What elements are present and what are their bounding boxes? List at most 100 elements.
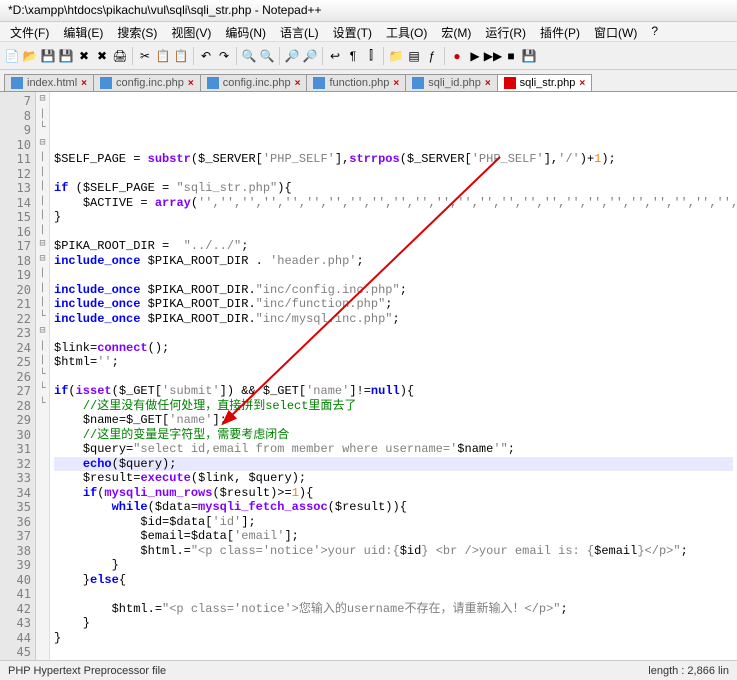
- code-line[interactable]: }else{: [54, 573, 733, 588]
- tab-close-icon[interactable]: ×: [81, 78, 87, 89]
- document-tab[interactable]: config.inc.php×: [200, 74, 308, 91]
- menu-item[interactable]: 运行(R): [479, 24, 532, 39]
- menu-item[interactable]: 宏(M): [435, 24, 477, 39]
- folder-icon[interactable]: 📁: [388, 48, 404, 64]
- code-line[interactable]: include_once $PIKA_ROOT_DIR."inc/mysql.i…: [54, 312, 733, 327]
- code-line[interactable]: include_once $PIKA_ROOT_DIR."inc/functio…: [54, 297, 733, 312]
- document-tab[interactable]: index.html×: [4, 74, 94, 91]
- document-tab[interactable]: config.inc.php×: [93, 74, 201, 91]
- play-multi-icon[interactable]: ▶▶: [485, 48, 501, 64]
- menu-item[interactable]: 编码(N): [219, 24, 272, 39]
- code-line[interactable]: [54, 268, 733, 283]
- code-line[interactable]: $ACTIVE = array('','','','','','','','',…: [54, 196, 733, 211]
- redo-icon[interactable]: ↷: [216, 48, 232, 64]
- tab-close-icon[interactable]: ×: [393, 78, 399, 89]
- code-line[interactable]: $result=execute($link, $query);: [54, 471, 733, 486]
- close-all-icon[interactable]: ✖: [94, 48, 110, 64]
- menu-item[interactable]: 窗口(W): [588, 24, 643, 39]
- close-icon[interactable]: ✖: [76, 48, 92, 64]
- menu-item[interactable]: 语言(L): [274, 24, 325, 39]
- code-line[interactable]: $email=$data['email'];: [54, 529, 733, 544]
- status-file-type: PHP Hypertext Preprocessor file: [8, 665, 166, 677]
- code-line[interactable]: include_once $PIKA_ROOT_DIR."inc/config.…: [54, 283, 733, 298]
- code-line[interactable]: //这里没有做任何处理，直接拼到select里面去了: [54, 399, 733, 414]
- code-line[interactable]: if(mysqli_num_rows($result)>=1){: [54, 486, 733, 501]
- code-line[interactable]: $PIKA_ROOT_DIR = "../../";: [54, 239, 733, 254]
- menu-item[interactable]: 文件(F): [4, 24, 55, 39]
- open-file-icon[interactable]: 📂: [22, 48, 38, 64]
- code-line[interactable]: include_once $PIKA_ROOT_DIR . 'header.ph…: [54, 254, 733, 269]
- menu-item[interactable]: 插件(P): [534, 24, 586, 39]
- menu-item[interactable]: 编辑(E): [57, 24, 109, 39]
- stop-icon[interactable]: ■: [503, 48, 519, 64]
- indent-guide-icon[interactable]: ⫿: [363, 48, 379, 64]
- fold-margin[interactable]: ⊟|└ ⊟||||||⊟⊟|||└⊟||└└ └: [36, 92, 50, 680]
- menu-item[interactable]: ?: [645, 24, 664, 39]
- cut-icon[interactable]: ✂: [137, 48, 153, 64]
- tab-close-icon[interactable]: ×: [295, 78, 301, 89]
- code-line[interactable]: }: [54, 631, 733, 646]
- show-chars-icon[interactable]: ¶: [345, 48, 361, 64]
- toolbar-separator: [383, 47, 384, 65]
- menu-item[interactable]: 工具(O): [380, 24, 433, 39]
- file-icon: [11, 77, 23, 89]
- save-all-icon[interactable]: 💾: [58, 48, 74, 64]
- zoom-out-icon[interactable]: 🔎: [302, 48, 318, 64]
- code-line[interactable]: //这里的变量是字符型，需要考虑闭合: [54, 428, 733, 443]
- code-line[interactable]: $html.="<p class='notice'>您输入的username不存…: [54, 602, 733, 617]
- code-line[interactable]: }: [54, 616, 733, 631]
- tab-close-icon[interactable]: ×: [579, 78, 585, 89]
- code-content[interactable]: $SELF_PAGE = substr($_SERVER['PHP_SELF']…: [50, 92, 737, 680]
- menu-item[interactable]: 设置(T): [327, 24, 378, 39]
- document-tab[interactable]: sqli_str.php×: [497, 74, 593, 91]
- code-line[interactable]: [54, 138, 733, 153]
- document-tab[interactable]: function.php ×: [306, 74, 406, 91]
- code-line[interactable]: }: [54, 558, 733, 573]
- code-line[interactable]: [54, 370, 733, 385]
- tab-label: function.php: [329, 77, 389, 89]
- play-icon[interactable]: ▶: [467, 48, 483, 64]
- wordwrap-icon[interactable]: ↩: [327, 48, 343, 64]
- code-line[interactable]: $html.="<p class='notice'>your uid:{$id}…: [54, 544, 733, 559]
- code-line[interactable]: [54, 326, 733, 341]
- toolbar-separator: [132, 47, 133, 65]
- find-icon[interactable]: 🔍: [241, 48, 257, 64]
- function-list-icon[interactable]: ƒ: [424, 48, 440, 64]
- code-line[interactable]: [54, 225, 733, 240]
- editor-area: 7891011121314151617181920212223242526272…: [0, 92, 737, 680]
- paste-icon[interactable]: 📋: [173, 48, 189, 64]
- undo-icon[interactable]: ↶: [198, 48, 214, 64]
- window-titlebar: *D:\xampp\htdocs\pikachu\vul\sqli\sqli_s…: [0, 0, 737, 22]
- code-line[interactable]: while($data=mysqli_fetch_assoc($result))…: [54, 500, 733, 515]
- replace-icon[interactable]: 🔍: [259, 48, 275, 64]
- document-tab[interactable]: sqli_id.php×: [405, 74, 497, 91]
- code-line[interactable]: [54, 645, 733, 660]
- file-icon: [207, 77, 219, 89]
- code-line[interactable]: $name=$_GET['name'];: [54, 413, 733, 428]
- record-icon[interactable]: ●: [449, 48, 465, 64]
- menu-item[interactable]: 搜索(S): [111, 24, 163, 39]
- copy-icon[interactable]: 📋: [155, 48, 171, 64]
- file-icon: [412, 77, 424, 89]
- print-icon[interactable]: 🖨: [112, 48, 128, 64]
- tab-close-icon[interactable]: ×: [485, 78, 491, 89]
- save-macro-icon[interactable]: 💾: [521, 48, 537, 64]
- code-line[interactable]: $html='';: [54, 355, 733, 370]
- code-line[interactable]: $link=connect();: [54, 341, 733, 356]
- toolbar-separator: [236, 47, 237, 65]
- code-line[interactable]: }: [54, 210, 733, 225]
- menu-item[interactable]: 视图(V): [165, 24, 217, 39]
- code-line[interactable]: echo($query);: [54, 457, 733, 472]
- code-line[interactable]: [54, 167, 733, 182]
- tab-close-icon[interactable]: ×: [188, 78, 194, 89]
- new-file-icon[interactable]: 📄: [4, 48, 20, 64]
- save-icon[interactable]: 💾: [40, 48, 56, 64]
- code-line[interactable]: [54, 587, 733, 602]
- code-line[interactable]: if(isset($_GET['submit']) && $_GET['name…: [54, 384, 733, 399]
- zoom-in-icon[interactable]: 🔎: [284, 48, 300, 64]
- code-line[interactable]: if ($SELF_PAGE = "sqli_str.php"){: [54, 181, 733, 196]
- doc-map-icon[interactable]: ▤: [406, 48, 422, 64]
- code-line[interactable]: $id=$data['id'];: [54, 515, 733, 530]
- code-line[interactable]: $SELF_PAGE = substr($_SERVER['PHP_SELF']…: [54, 152, 733, 167]
- code-line[interactable]: $query="select id,email from member wher…: [54, 442, 733, 457]
